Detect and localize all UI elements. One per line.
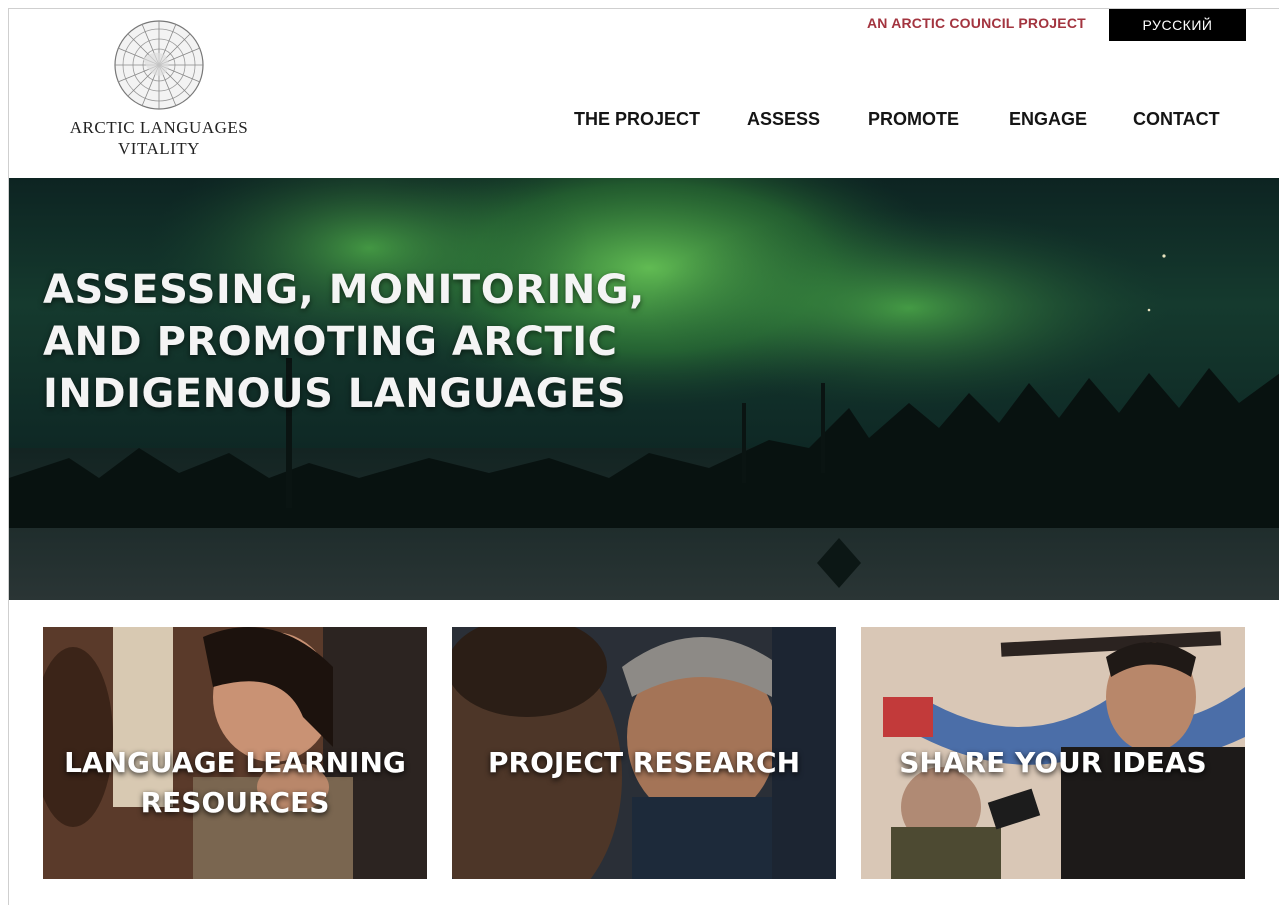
card-label-language-learning-line1: LANGUAGE LEARNING: [64, 746, 406, 779]
hero-headline: ASSESSING, MONITORING, AND PROMOTING ARC…: [43, 264, 663, 420]
nav-contact[interactable]: CONTACT: [1133, 109, 1220, 130]
site-logo[interactable]: ARCTIC LANGUAGES VITALITY: [49, 19, 269, 159]
hero-headline-line1: ASSESSING, MONITORING,: [43, 267, 645, 313]
card-label-language-learning: LANGUAGE LEARNING RESOURCES: [43, 743, 427, 823]
nav-assess[interactable]: ASSESS: [747, 109, 820, 130]
arctic-council-link[interactable]: AN ARCTIC COUNCIL PROJECT: [867, 15, 1086, 31]
nav-engage[interactable]: ENGAGE: [1009, 109, 1087, 130]
hero-headline-line2: AND PROMOTING ARCTIC: [43, 319, 618, 365]
logo-title-line2: VITALITY: [118, 139, 200, 158]
card-language-learning-resources[interactable]: LANGUAGE LEARNING RESOURCES: [43, 627, 427, 879]
russian-language-button[interactable]: РУССКИЙ: [1109, 9, 1246, 41]
card-project-research[interactable]: PROJECT RESEARCH: [452, 627, 836, 879]
nav-promote[interactable]: PROMOTE: [868, 109, 959, 130]
card-label-share-your-ideas: SHARE YOUR IDEAS: [899, 746, 1207, 779]
compass-logo-icon: [114, 20, 204, 110]
page-frame: ARCTIC LANGUAGES VITALITY AN ARCTIC COUN…: [8, 8, 1279, 905]
nav-the-project[interactable]: THE PROJECT: [574, 109, 700, 130]
main-nav: THE PROJECT ASSESS PROMOTE ENGAGE CONTAC…: [9, 109, 1279, 133]
hero-headline-line3: INDIGENOUS LANGUAGES: [43, 371, 627, 417]
hero-banner: ASSESSING, MONITORING, AND PROMOTING ARC…: [9, 178, 1279, 600]
card-label-project-research: PROJECT RESEARCH: [487, 746, 801, 779]
card-share-your-ideas[interactable]: SHARE YOUR IDEAS: [861, 627, 1245, 879]
card-label-language-learning-line2: RESOURCES: [140, 786, 330, 819]
